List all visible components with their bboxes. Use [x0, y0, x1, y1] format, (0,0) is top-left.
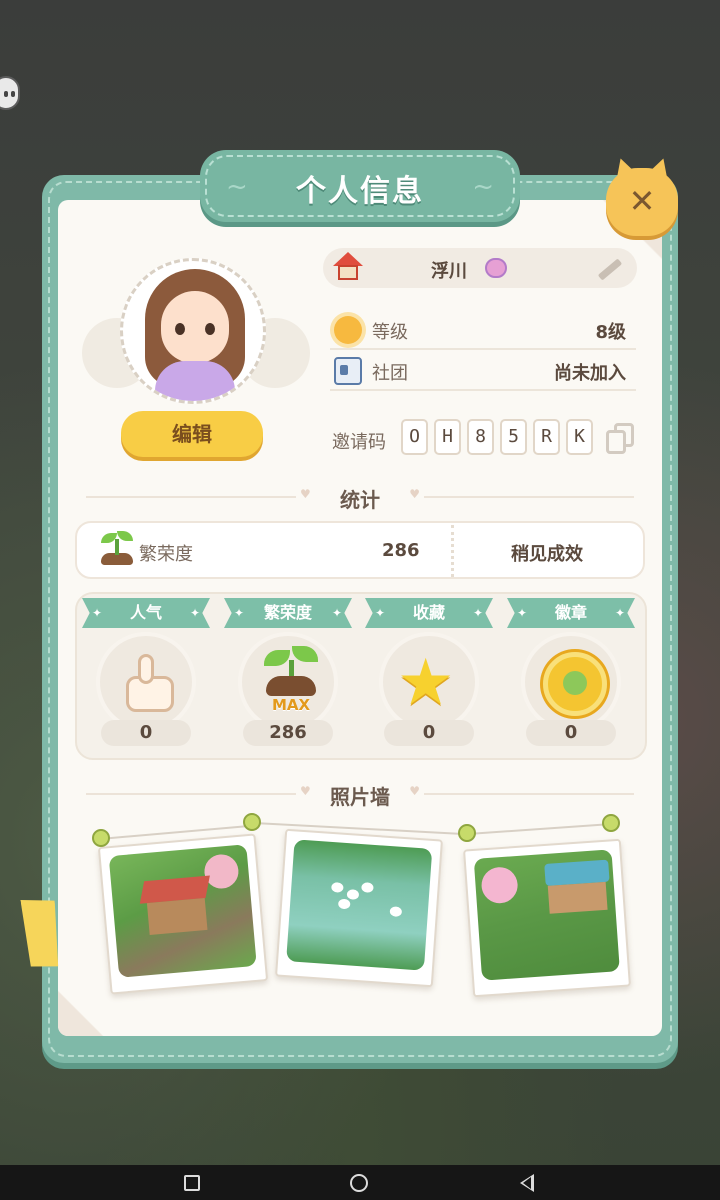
level-value: 8级 — [595, 322, 626, 343]
photo-wall-section-header: ♥ 照片墙 ♥ — [76, 779, 644, 809]
close-button[interactable]: ✕ — [606, 168, 678, 236]
stat-popularity[interactable]: 人气 0 — [82, 598, 210, 748]
stat-icon-circle — [521, 632, 621, 732]
stats-section-title: 统计 — [340, 488, 380, 512]
prosperity-row: 繁荣度 286 稍见成效 — [75, 521, 645, 579]
house-icon — [333, 252, 363, 282]
divider — [451, 525, 454, 577]
stat-label: 繁荣度 — [224, 598, 352, 628]
invite-code: O H 8 5 R K — [401, 419, 593, 455]
club-label: 社团 — [372, 363, 408, 384]
pin-icon — [602, 814, 620, 832]
shell-badge-icon — [485, 258, 507, 278]
back-icon[interactable] — [520, 1174, 534, 1192]
sprout-icon — [99, 531, 135, 567]
home-icon[interactable] — [350, 1174, 368, 1192]
invite-code-char: 8 — [467, 419, 494, 455]
stat-value: 0 — [101, 720, 191, 746]
system-nav-bar — [0, 1165, 720, 1200]
stat-value: 0 — [526, 720, 616, 746]
stat-icon-circle: ★ — [379, 632, 479, 732]
pencil-icon[interactable] — [595, 256, 623, 281]
player-name: 浮川 — [431, 261, 467, 282]
stat-favorites[interactable]: 收藏 ★ 0 — [365, 598, 493, 748]
pavilion-garden-photo — [473, 849, 620, 981]
flower-icon — [334, 316, 362, 344]
invite-code-char: 5 — [500, 419, 527, 455]
stat-badges[interactable]: 徽章 0 — [507, 598, 635, 748]
avatar — [120, 258, 266, 404]
prosperity-label: 繁荣度 — [139, 544, 193, 565]
stat-value: 286 — [243, 720, 333, 746]
stat-label: 徽章 — [507, 598, 635, 628]
farm-house-photo — [108, 844, 257, 978]
thumbs-up-icon — [122, 654, 178, 714]
edit-profile-button[interactable]: 编辑 — [121, 411, 263, 457]
club-row: 社团 尚未加入 — [330, 353, 636, 391]
invite-code-char: H — [434, 419, 461, 455]
stats-section-header: ♥ 统计 ♥ — [76, 482, 644, 512]
recents-icon[interactable] — [184, 1175, 200, 1191]
invite-code-char: R — [533, 419, 560, 455]
invite-code-label: 邀请码 — [332, 432, 386, 453]
max-badge: MAX — [272, 696, 311, 714]
stat-icon-circle — [96, 632, 196, 732]
invite-code-char: O — [401, 419, 428, 455]
copy-icon[interactable] — [606, 423, 636, 455]
pin-icon — [92, 829, 110, 847]
photo-card[interactable] — [97, 833, 269, 995]
prosperity-status: 稍见成效 — [511, 544, 583, 565]
stat-prosperity[interactable]: 繁荣度 MAX 286 — [224, 598, 352, 748]
stat-label: 人气 — [82, 598, 210, 628]
club-value: 尚未加入 — [554, 363, 626, 384]
close-icon: ✕ — [628, 182, 656, 220]
prosperity-value: 286 — [382, 540, 420, 561]
star-icon: ★ — [397, 646, 455, 720]
photo-card[interactable] — [275, 828, 443, 988]
pond-ducks-photo — [286, 839, 433, 971]
sprout-max-icon: MAX — [262, 646, 322, 722]
pin-icon — [458, 824, 476, 842]
curl-right-icon: ~ — [472, 172, 494, 202]
level-label: 等级 — [372, 322, 408, 343]
stat-value: 0 — [384, 720, 474, 746]
level-row: 等级 8级 — [330, 312, 636, 350]
name-bar: 浮川 — [323, 248, 637, 288]
photo-wall-title: 照片墙 — [330, 785, 390, 809]
medal-icon — [543, 652, 607, 716]
title-banner: ~ 个人信息 ~ — [200, 150, 520, 222]
photo-card[interactable] — [463, 838, 631, 998]
pin-icon — [243, 813, 261, 831]
stat-icon-circle: MAX — [238, 632, 338, 732]
club-card-icon — [334, 357, 362, 385]
stat-label: 收藏 — [365, 598, 493, 628]
invite-code-char: K — [566, 419, 593, 455]
